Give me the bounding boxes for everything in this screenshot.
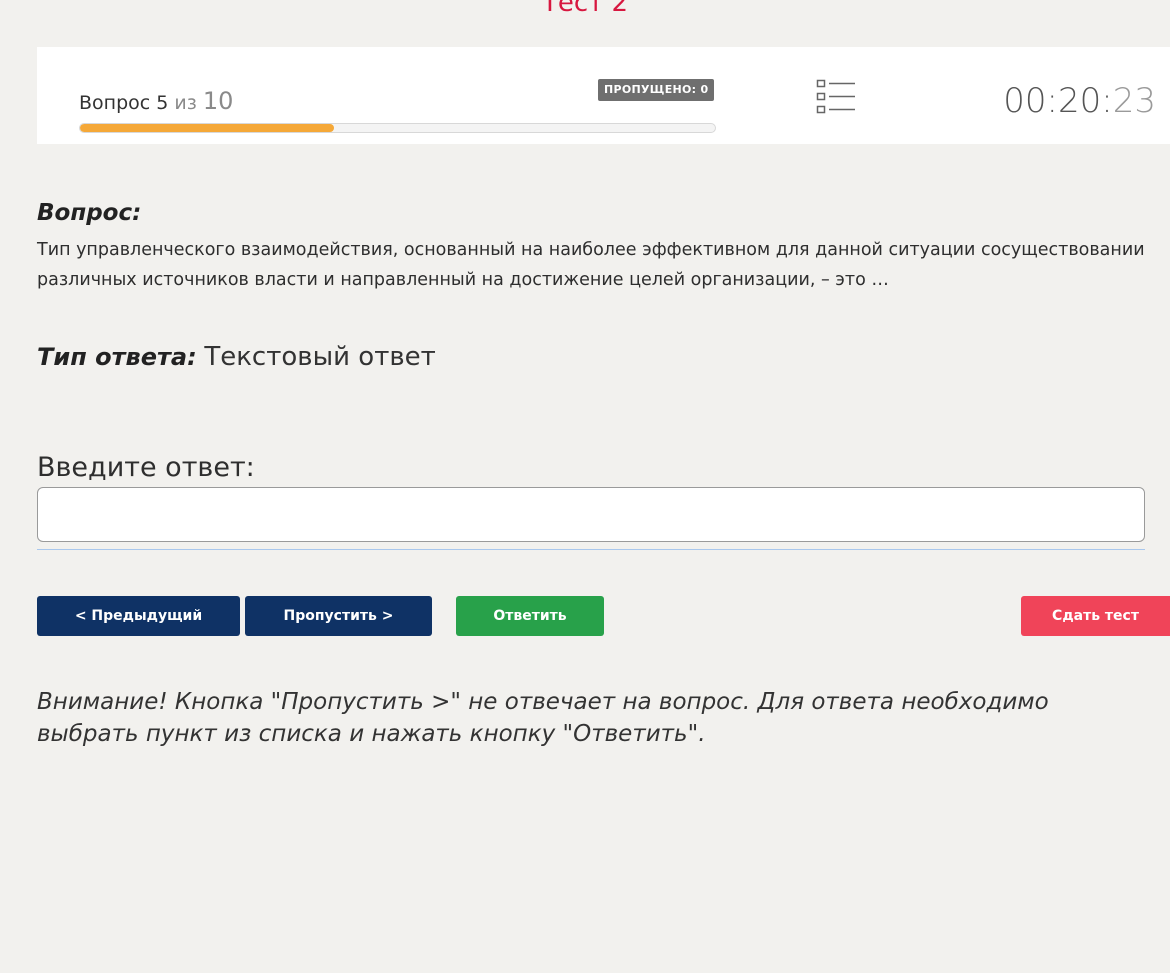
timer-seconds: 23 bbox=[1112, 81, 1156, 121]
answer-input-label: Введите ответ: bbox=[37, 452, 255, 483]
question-heading: Вопрос: bbox=[37, 200, 142, 226]
question-counter: Вопрос 5 из 10 bbox=[79, 87, 233, 115]
progress-fill bbox=[80, 124, 334, 132]
status-panel: Вопрос 5 из 10 ПРОПУЩЕНО: 0 00:20:23 bbox=[37, 47, 1170, 144]
previous-button[interactable]: < Предыдущий bbox=[37, 596, 240, 636]
answer-button[interactable]: Ответить bbox=[456, 596, 604, 636]
notice-text: Внимание! Кнопка "Пропустить >" не отвеч… bbox=[37, 689, 1049, 747]
question-counter-current: 5 bbox=[156, 92, 169, 114]
test-title: Тест 2 bbox=[541, 0, 629, 18]
answer-type-label: Тип ответа: bbox=[37, 343, 197, 371]
submit-test-button[interactable]: Сдать тест bbox=[1021, 596, 1170, 636]
question-counter-total: 10 bbox=[202, 87, 234, 115]
answer-type-value: Текстовый ответ bbox=[204, 342, 436, 372]
question-counter-label: Вопрос bbox=[79, 92, 151, 114]
skip-button[interactable]: Пропустить > bbox=[245, 596, 432, 636]
question-text: Тип управленческого взаимодействия, осно… bbox=[37, 240, 1145, 290]
skipped-badge: ПРОПУЩЕНО: 0 bbox=[598, 79, 715, 101]
question-counter-of: из bbox=[174, 92, 197, 114]
timer-main: 00:20: bbox=[1003, 81, 1113, 121]
progress-bar bbox=[79, 123, 716, 133]
timer: 00:20:23 bbox=[1003, 81, 1156, 121]
input-underline bbox=[37, 549, 1145, 550]
answer-input[interactable] bbox=[37, 487, 1145, 542]
answer-type: Тип ответа: Текстовый ответ bbox=[37, 342, 436, 372]
question-list-icon[interactable] bbox=[816, 79, 856, 115]
